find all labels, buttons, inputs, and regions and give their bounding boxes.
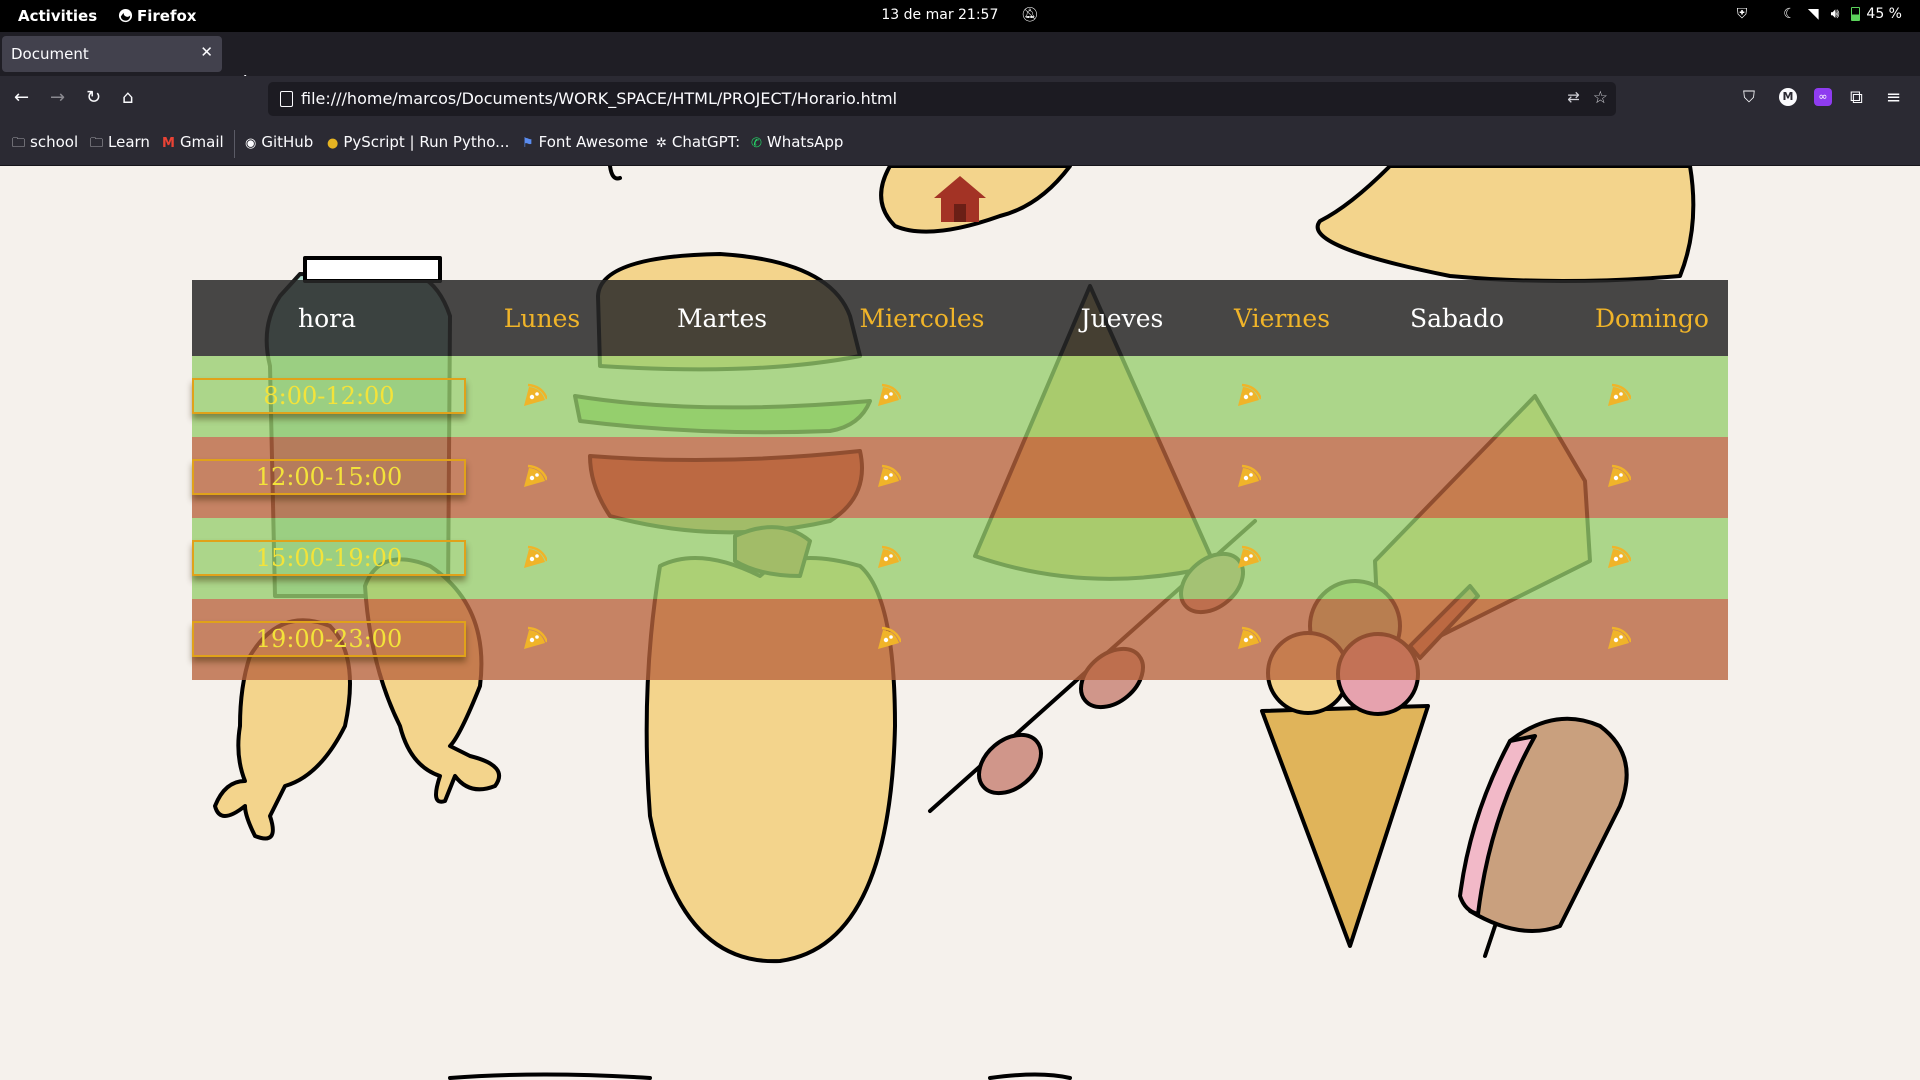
- reload-icon[interactable]: ↻: [86, 87, 101, 108]
- account-avatar-icon[interactable]: M: [1779, 88, 1797, 106]
- bookmark-school[interactable]: 🗀 school: [12, 133, 78, 156]
- tab-document[interactable]: Document ✕: [2, 36, 222, 72]
- volume-icon: 🔊︎: [1830, 6, 1840, 22]
- bookmark-label: ChatGPT:: [671, 133, 741, 151]
- pizza-slice-icon[interactable]: [1235, 382, 1263, 408]
- header-lunes: Lunes: [503, 303, 581, 333]
- schedule-header-row: hora Lunes Martes Miercoles Jueves Viern…: [192, 280, 1728, 356]
- home-icon[interactable]: [932, 172, 988, 226]
- pizza-slice-icon[interactable]: [875, 382, 903, 408]
- pocket-icon[interactable]: ⛉: [1743, 87, 1755, 107]
- translate-icon[interactable]: ⇄: [1567, 88, 1580, 106]
- page-icon: [280, 91, 293, 107]
- pizza-slice-icon[interactable]: [1235, 544, 1263, 570]
- bookmark-github[interactable]: ◉ GitHub: [245, 133, 313, 151]
- bookmark-label: Font Awesome: [538, 133, 649, 151]
- schedule-row: 12:00-15:00: [192, 437, 1728, 518]
- pizza-slice-icon[interactable]: [1605, 544, 1633, 570]
- bookmark-label: Gmail: [179, 133, 224, 151]
- cheese-top-doodle: [1315, 166, 1696, 283]
- page-content: hora Lunes Martes Miercoles Jueves Viern…: [0, 166, 1920, 1080]
- close-tab-icon[interactable]: ✕: [200, 43, 213, 61]
- pizza-slice-icon[interactable]: [521, 463, 549, 489]
- bookmarks-separator: [234, 130, 235, 158]
- schedule-row: 8:00-12:00: [192, 356, 1728, 437]
- notifications-muted-icon: 🔕︎: [1020, 7, 1039, 23]
- pizza-slice-icon[interactable]: [521, 625, 549, 651]
- flag-icon: ⚑: [522, 136, 534, 151]
- pizza-slice-icon[interactable]: [1605, 463, 1633, 489]
- clock-text: 13 de mar 21:57: [881, 7, 999, 23]
- pizza-slice-icon[interactable]: [1235, 625, 1263, 651]
- extension-icon[interactable]: ∞: [1814, 88, 1832, 106]
- hour-cell: 12:00-15:00: [192, 459, 466, 495]
- pizza-slice-icon[interactable]: [521, 382, 549, 408]
- bookmark-label: Learn: [108, 133, 150, 151]
- gmail-icon: M: [162, 136, 175, 151]
- menu-hamburger-icon[interactable]: ≡: [1886, 87, 1901, 108]
- forward-arrow-icon[interactable]: →: [50, 87, 65, 108]
- bookmark-font-awesome[interactable]: ⚑ Font Awesome: [522, 133, 648, 151]
- header-sabado: Sabado: [1410, 303, 1504, 333]
- pizza-slice-icon[interactable]: [875, 544, 903, 570]
- bookmark-label: PyScript | Run Pytho...: [343, 133, 510, 151]
- battery-level: 45 %: [1866, 6, 1902, 22]
- pizza-slice-icon[interactable]: [1605, 382, 1633, 408]
- header-martes: Martes: [676, 303, 768, 333]
- bookmarks-toolbar: 🗀 school 🗀 Learn M Gmail ◉ GitHub ● PyScript …: [0, 122, 1920, 166]
- home-icon[interactable]: ⌂: [122, 87, 133, 108]
- url-text[interactable]: file:///home/marcos/Documents/WORK_SPACE…: [301, 89, 897, 108]
- bookmark-pyscript[interactable]: ● PyScript | Run Pytho...: [327, 133, 509, 151]
- pizza-slice-icon[interactable]: [875, 463, 903, 489]
- github-icon: ◉: [245, 136, 257, 151]
- schedule-table: hora Lunes Martes Miercoles Jueves Viern…: [192, 280, 1728, 680]
- bookmark-whatsapp[interactable]: ✆ WhatsApp: [751, 133, 843, 151]
- pizza-slice-icon[interactable]: [1235, 463, 1263, 489]
- system-tray[interactable]: ⛨ ☾ ◥ 🔊︎ 45 %: [1737, 6, 1902, 22]
- wifi-icon: ◥: [1807, 6, 1819, 22]
- whatsapp-icon: ✆: [751, 136, 762, 151]
- bookmark-label: WhatsApp: [766, 133, 844, 151]
- pizza-slice-icon[interactable]: [521, 544, 549, 570]
- pizza-slice-icon[interactable]: [875, 625, 903, 651]
- header-domingo: Domingo: [1595, 303, 1709, 333]
- schedule-body: 8:00-12:00 12:00-15:00 15:00-19:00 19:00-23…: [192, 356, 1728, 680]
- hour-cell: 8:00-12:00: [192, 378, 466, 414]
- header-jueves: Jueves: [1080, 303, 1164, 333]
- chatgpt-icon: ✲: [656, 136, 667, 151]
- bookmark-label: school: [30, 133, 79, 151]
- extensions-puzzle-icon[interactable]: ⧉: [1850, 87, 1863, 108]
- schedule-row: 19:00-23:00: [192, 599, 1728, 680]
- url-bar[interactable]: file:///home/marcos/Documents/WORK_SPACE…: [268, 82, 1616, 116]
- clock[interactable]: 13 de mar 21:57 🔕︎: [0, 7, 1920, 23]
- tab-title: Document: [11, 45, 89, 63]
- hour-cell: 19:00-23:00: [192, 621, 466, 657]
- bookmark-star-icon[interactable]: ☆: [1593, 88, 1608, 108]
- header-viernes: Viernes: [1233, 303, 1331, 333]
- folder-icon: 🗀: [12, 136, 26, 151]
- bookmark-chatgpt[interactable]: ✲ ChatGPT:: [656, 133, 740, 151]
- battery-icon: [1851, 7, 1861, 21]
- ice-cream-doodle: [1260, 704, 1430, 948]
- tab-strip: Document ✕ + ⌄ — ❐ ✕: [0, 32, 1920, 95]
- bookmark-learn[interactable]: 🗀 Learn: [90, 133, 150, 156]
- bookmark-gmail[interactable]: M Gmail: [162, 133, 224, 151]
- header-miercoles: Miercoles: [859, 303, 985, 333]
- pyscript-icon: ●: [327, 136, 339, 151]
- shield-icon: ⛨: [1736, 6, 1748, 22]
- system-top-bar: Activities Firefox 13 de mar 21:57 🔕︎ ⛨ …: [0, 0, 1920, 32]
- night-light-icon: ☾: [1783, 6, 1796, 22]
- bookmark-label: GitHub: [261, 133, 314, 151]
- navigation-toolbar: ← → ↻ ⌂ file:///home/marcos/Documents/WO…: [0, 76, 1920, 122]
- hour-cell: 15:00-19:00: [192, 540, 466, 576]
- schedule-row: 15:00-19:00: [192, 518, 1728, 599]
- pizza-slice-icon[interactable]: [1605, 625, 1633, 651]
- header-hora: hora: [297, 303, 356, 333]
- folder-icon: 🗀: [90, 136, 104, 151]
- back-arrow-icon[interactable]: ←: [14, 87, 29, 108]
